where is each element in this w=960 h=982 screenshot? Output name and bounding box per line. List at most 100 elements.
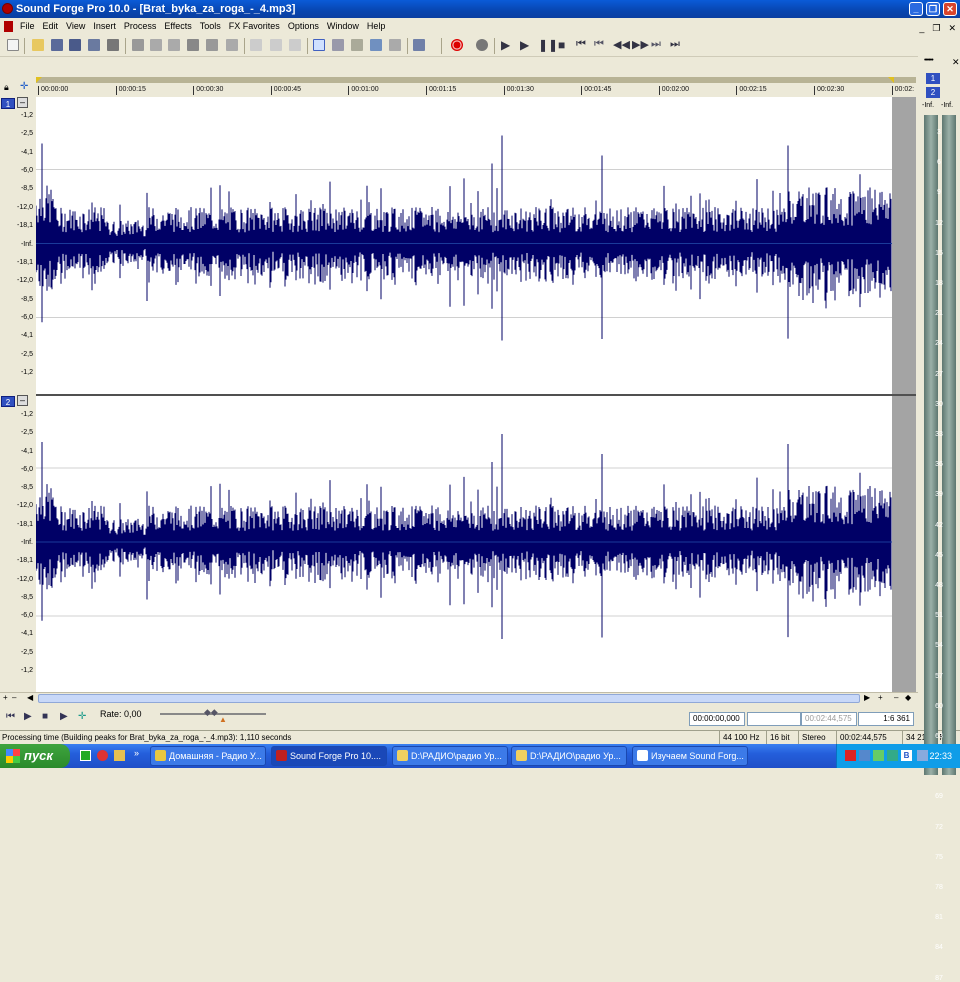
show-desktop-icon[interactable]	[80, 750, 91, 761]
kaspersky-tray-icon[interactable]	[845, 750, 856, 761]
transport-play-normal-icon[interactable]: ▶	[60, 711, 68, 722]
track-1-waveform[interactable]	[35, 97, 916, 394]
cut-icon[interactable]	[132, 39, 144, 51]
minimize-button[interactable]: _	[909, 2, 923, 16]
transport-scrub-icon[interactable]: ✛	[78, 711, 86, 722]
explorer-quicklaunch-icon[interactable]	[114, 750, 125, 761]
save-icon[interactable]	[51, 39, 63, 51]
paste-icon[interactable]	[168, 39, 180, 51]
horizontal-zoom-out-icon[interactable]: –	[894, 693, 898, 702]
stop-icon[interactable]: ■	[558, 38, 565, 52]
horizontal-zoom-in-icon[interactable]: +	[878, 693, 883, 702]
meter-close-icon[interactable]: ✕	[952, 57, 960, 68]
menu-options[interactable]: Options	[284, 18, 323, 35]
track-2-waveform[interactable]	[35, 396, 916, 692]
play-all-icon[interactable]: ▶	[501, 38, 510, 52]
horizontal-zoom-fit-icon[interactable]: ◆	[905, 693, 911, 702]
loop-region-bar[interactable]	[36, 77, 916, 83]
menu-window[interactable]: Window	[323, 18, 363, 35]
new-file-icon[interactable]	[7, 39, 19, 51]
edit-tool-icon[interactable]	[313, 39, 325, 51]
mdi-minimize-button[interactable]: _	[919, 20, 924, 37]
crop-icon[interactable]	[206, 39, 218, 51]
maximize-button[interactable]: ❐	[926, 2, 940, 16]
scroll-left-icon[interactable]: ◀	[27, 693, 33, 702]
lock-icon[interactable]: 🔒︎	[4, 82, 9, 93]
time-ruler[interactable]: 00:00:00 00:00:15 00:00:30 00:00:45 00:01:00…	[36, 77, 916, 97]
meter-grip-icon[interactable]: ••••••	[924, 57, 934, 64]
track-1-minimize-button[interactable]: –	[17, 97, 28, 108]
menu-fx-favorites[interactable]: FX Favorites	[225, 18, 284, 35]
next-marker-icon[interactable]: ⏭	[651, 38, 661, 51]
region-start-marker[interactable]	[36, 77, 42, 83]
horizontal-scrollbar[interactable]: + – ◀ ▶ + – ◆	[0, 692, 918, 703]
menu-file[interactable]: File	[16, 18, 39, 35]
network-tray-icon[interactable]	[859, 750, 870, 761]
record-icon[interactable]	[451, 39, 463, 51]
menu-tools[interactable]: Tools	[196, 18, 225, 35]
trim-icon[interactable]	[226, 39, 238, 51]
undo-icon[interactable]	[250, 39, 262, 51]
event-tool-icon[interactable]	[389, 39, 401, 51]
taskbar-item[interactable]: Sound Forge Pro 10....	[271, 746, 387, 766]
zoom-ratio-field[interactable]: 1:6 361	[858, 712, 914, 726]
copy-icon[interactable]	[150, 39, 162, 51]
redo-icon[interactable]	[270, 39, 282, 51]
crosshair-icon[interactable]: ✛	[20, 81, 28, 92]
meter-channel-1-button[interactable]: 1	[926, 73, 940, 84]
taskbar-item[interactable]: Изучаем Sound Forg...	[632, 746, 748, 766]
play-icon[interactable]: ▶	[520, 38, 529, 52]
meter-channel-2-button[interactable]: 2	[926, 87, 940, 98]
taskbar-item[interactable]: D:\РАДИО\радио Ур...	[511, 746, 627, 766]
save-all-icon[interactable]	[88, 39, 100, 51]
previous-marker-icon[interactable]: ⏮	[594, 38, 604, 51]
zoom-out-icon[interactable]: –	[12, 693, 16, 702]
save-as-icon[interactable]	[69, 39, 81, 51]
taskbar-item[interactable]: Домашняя - Радио У...	[150, 746, 266, 766]
rate-slider-thumb[interactable]: ◆◆	[204, 707, 218, 718]
menu-view[interactable]: View	[62, 18, 89, 35]
forward-icon[interactable]: ▶▶	[632, 38, 649, 51]
mdi-restore-button[interactable]: ❐	[932, 20, 940, 37]
menu-process[interactable]: Process	[120, 18, 161, 35]
rewind-icon[interactable]: ◀◀	[613, 38, 630, 51]
transport-start-icon[interactable]: ⏮	[6, 711, 15, 722]
selection-length-field[interactable]: 00:02:44,575	[801, 712, 857, 726]
track-2-number[interactable]: 2	[1, 396, 15, 407]
update-tray-icon[interactable]	[887, 750, 898, 761]
zoom-in-icon[interactable]: +	[3, 693, 8, 702]
envelope-tool-icon[interactable]	[370, 39, 382, 51]
track-1-number[interactable]: 1	[1, 98, 15, 109]
menu-help[interactable]: Help	[363, 18, 390, 35]
menu-effects[interactable]: Effects	[160, 18, 195, 35]
repeat-icon[interactable]	[289, 39, 301, 51]
pencil-tool-icon[interactable]	[351, 39, 363, 51]
menu-edit[interactable]: Edit	[39, 18, 63, 35]
scroll-thumb[interactable]	[38, 694, 860, 703]
transport-play-icon[interactable]: ▶	[24, 711, 32, 722]
selection-start-field[interactable]	[747, 712, 801, 726]
mdi-close-button[interactable]: ✕	[948, 20, 956, 37]
loop-icon[interactable]	[476, 39, 488, 51]
scroll-right-icon[interactable]: ▶	[864, 693, 870, 702]
close-button[interactable]: ✕	[943, 2, 957, 16]
region-end-marker[interactable]	[888, 77, 894, 83]
open-file-icon[interactable]	[32, 39, 44, 51]
quicklaunch-more-icon[interactable]: »	[134, 748, 139, 758]
bit-depth[interactable]: 16 bit	[766, 731, 798, 744]
track-1-waveform-graph[interactable]	[35, 97, 916, 394]
sample-rate[interactable]: 44 100 Hz	[719, 731, 766, 744]
taskbar-item[interactable]: D:\РАДИО\радио Ур...	[392, 746, 508, 766]
audio-tray-icon[interactable]	[873, 750, 884, 761]
menu-insert[interactable]: Insert	[89, 18, 120, 35]
vk-tray-icon[interactable]: B	[901, 750, 912, 761]
track-2-waveform-graph[interactable]	[35, 396, 916, 692]
start-button[interactable]: пуск	[0, 744, 70, 768]
go-to-start-icon[interactable]: ⏮	[576, 38, 586, 51]
magnify-tool-icon[interactable]	[332, 39, 344, 51]
transport-stop-icon[interactable]: ■	[42, 711, 48, 722]
mix-icon[interactable]	[187, 39, 199, 51]
track-2-minimize-button[interactable]: –	[17, 395, 28, 406]
cursor-position-field[interactable]: 00:00:00,000	[689, 712, 745, 726]
go-to-end-icon[interactable]: ⏭	[670, 38, 680, 51]
